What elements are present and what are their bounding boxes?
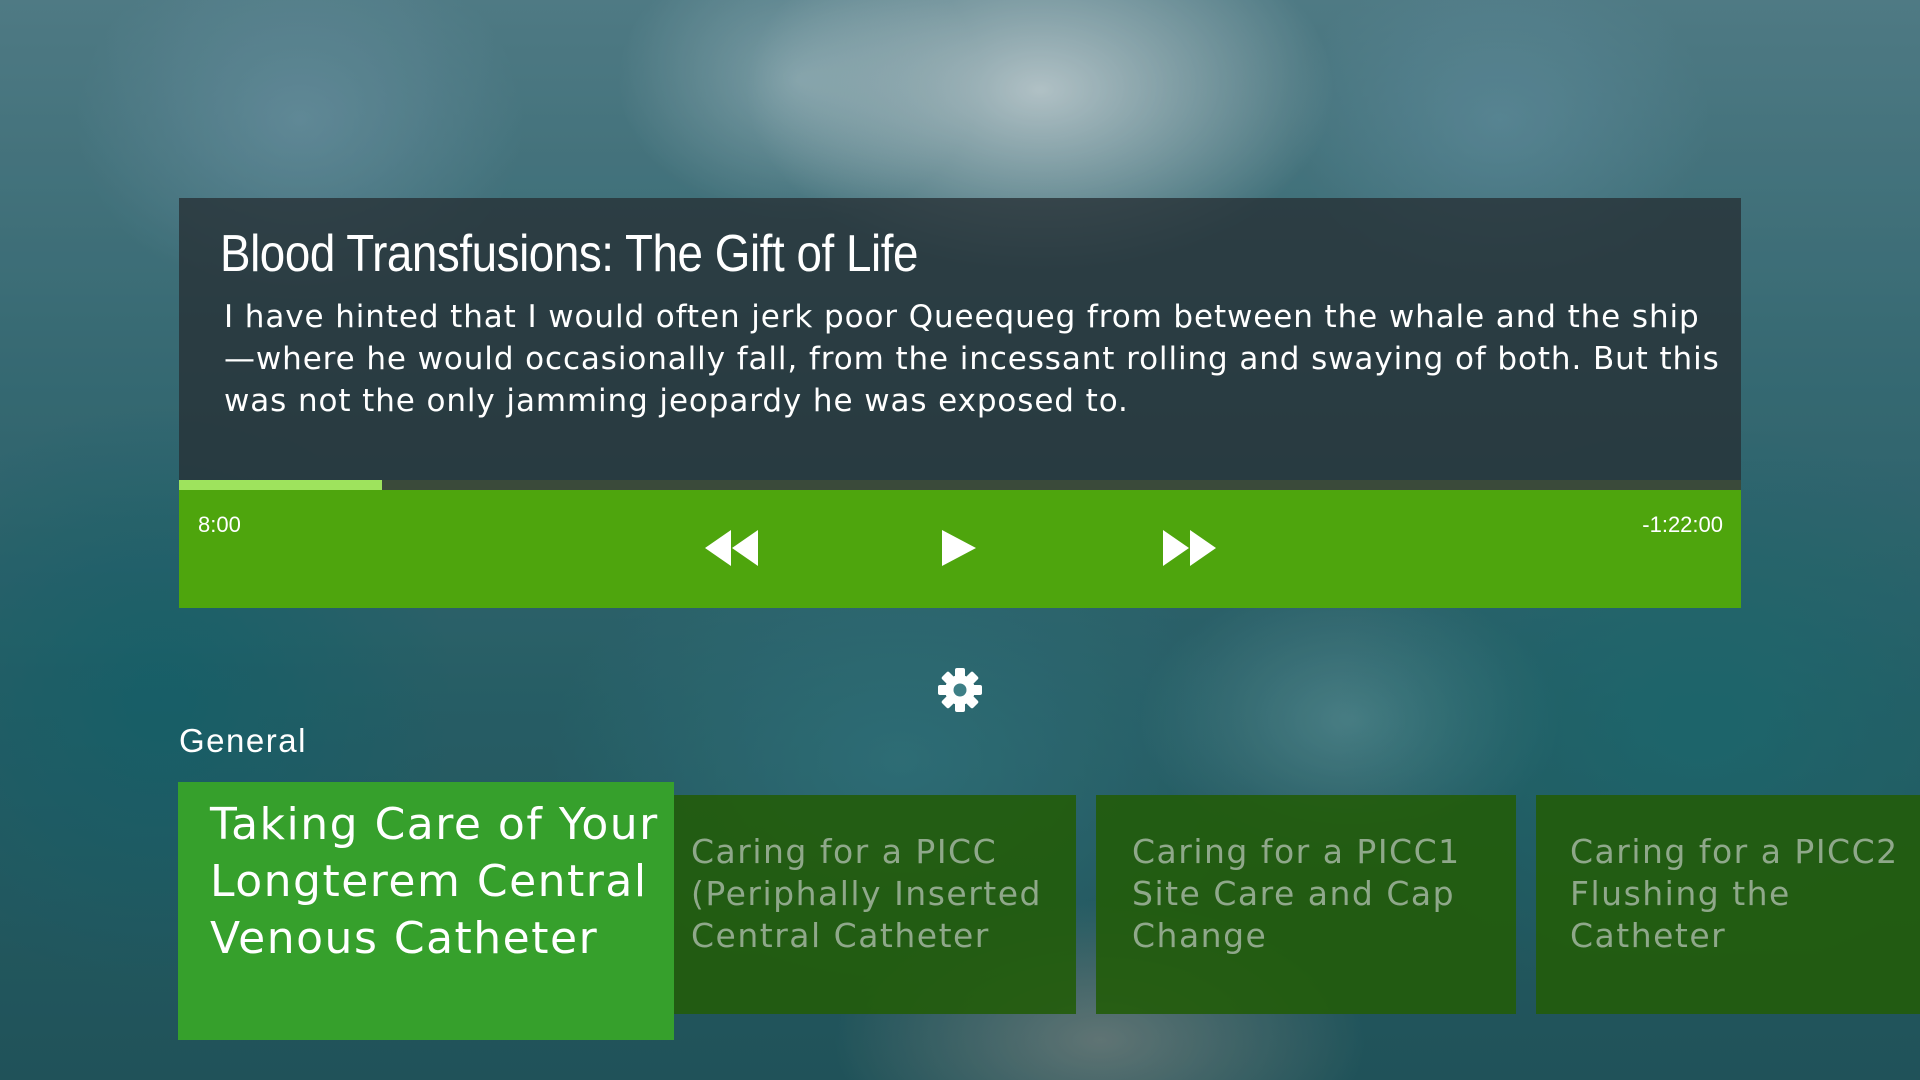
video-card[interactable]: Caring for a PICC (Periphally Inserted C…: [674, 795, 1076, 1014]
gear-icon: [938, 668, 982, 712]
app-screen: Blood Transfusions: The Gift of Life I h…: [0, 0, 1920, 1080]
rewind-button[interactable]: [702, 526, 762, 570]
video-info-panel: Blood Transfusions: The Gift of Life I h…: [179, 198, 1741, 480]
video-card-title: Caring for a PICC (Periphally Inserted C…: [691, 832, 1042, 955]
rewind-icon: [705, 530, 758, 566]
playback-controls: 8:00 -1:22:00: [179, 490, 1741, 608]
video-card-title: Caring for a PICC2 Flushing the Catheter: [1570, 832, 1899, 955]
play-icon: [942, 530, 976, 566]
video-card-selected[interactable]: Taking Care of Your Longterem Central Ve…: [178, 782, 674, 1040]
fast-forward-icon: [1163, 530, 1216, 566]
video-card[interactable]: Caring for a PICC2 Flushing the Catheter: [1536, 795, 1920, 1014]
category-label: General: [179, 722, 307, 759]
play-button[interactable]: [928, 526, 988, 570]
fast-forward-button[interactable]: [1159, 526, 1219, 570]
video-description: I have hinted that I would often jerk po…: [224, 299, 1720, 419]
elapsed-time: 8:00: [198, 512, 241, 537]
video-card-title: Caring for a PICC1 Site Care and Cap Cha…: [1132, 832, 1461, 955]
video-card-title: Taking Care of Your Longterem Central Ve…: [210, 799, 659, 964]
settings-button[interactable]: [936, 666, 984, 714]
progress-bar[interactable]: [179, 480, 1741, 490]
progress-fill: [179, 480, 383, 490]
remaining-time: -1:22:00: [1642, 512, 1723, 537]
video-card[interactable]: Caring for a PICC1 Site Care and Cap Cha…: [1096, 795, 1516, 1014]
video-title: Blood Transfusions: The Gift of Life: [220, 225, 919, 283]
